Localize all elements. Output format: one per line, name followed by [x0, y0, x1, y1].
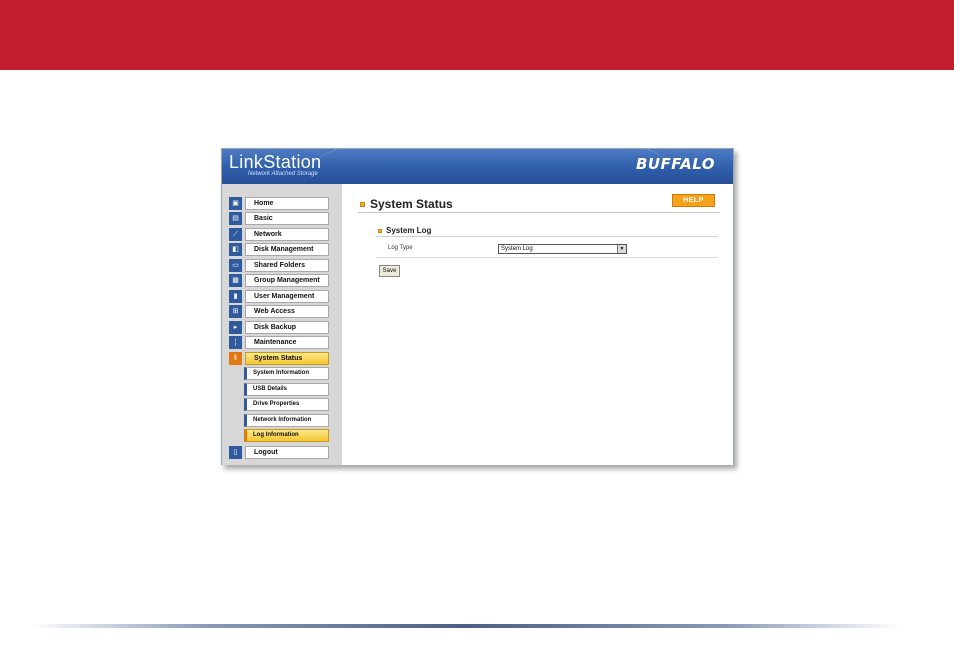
- log-type-value: System Log: [501, 246, 533, 252]
- sidebar-subitem-network-information[interactable]: Network Information: [244, 414, 329, 427]
- app-header: LinkStation Network Attached Storage BUF…: [222, 149, 733, 184]
- sidebar-item-label: Logout: [245, 446, 329, 459]
- sidebar-subitem-log-information[interactable]: Log Information: [244, 429, 329, 442]
- bullet-icon: [360, 202, 365, 208]
- network-icon: ⟋: [229, 228, 242, 241]
- sidebar-item-label: Disk Backup: [245, 321, 329, 334]
- sidebar-item-label: User Management: [245, 290, 329, 303]
- bullet-icon: [378, 228, 382, 233]
- sidebar-item-label: Shared Folders: [245, 259, 329, 272]
- group-icon: ▦: [229, 274, 242, 287]
- sidebar-item-label: Maintenance: [245, 336, 329, 349]
- header-swoosh: [312, 149, 672, 184]
- bottom-rule: [30, 624, 900, 628]
- vendor-logo: BUFFALO: [635, 155, 715, 173]
- sidebar-item-basic[interactable]: ▤ Basic: [229, 212, 329, 225]
- sidebar-subitem-usb-details[interactable]: USB Details: [244, 383, 329, 396]
- top-banner: [0, 0, 954, 70]
- sidebar-item-disk-management[interactable]: ◧ Disk Management: [229, 243, 329, 256]
- divider: [376, 257, 718, 258]
- web-icon: ⊞: [229, 305, 242, 318]
- folder-icon: ▭: [229, 259, 242, 272]
- sidebar-item-label: System Status: [245, 352, 329, 365]
- log-type-label: Log Type: [388, 245, 413, 251]
- disk-icon: ◧: [229, 243, 242, 256]
- status-icon: ‖: [229, 352, 242, 365]
- chevron-down-icon[interactable]: ▼: [617, 245, 626, 253]
- document-icon: ▤: [229, 212, 242, 225]
- sidebar-item-web-access[interactable]: ⊞ Web Access: [229, 305, 329, 318]
- sidebar-item-label: Disk Management: [245, 243, 329, 256]
- backup-icon: ▸: [229, 321, 242, 334]
- page-title: System Status: [360, 197, 453, 211]
- sidebar-item-label: Basic: [245, 212, 329, 225]
- sidebar: ▣ Home ▤ Basic ⟋ Network ◧ Disk Manageme…: [222, 184, 342, 465]
- sidebar-item-home[interactable]: ▣ Home: [229, 197, 329, 210]
- sidebar-item-network[interactable]: ⟋ Network: [229, 228, 329, 241]
- log-type-select[interactable]: System Log ▼: [498, 244, 627, 254]
- app-window: LinkStation Network Attached Storage BUF…: [221, 148, 734, 465]
- brand-title: LinkStation: [229, 152, 322, 172]
- page-title-text: System Status: [370, 197, 453, 211]
- logout-icon: ▯: [229, 446, 242, 459]
- brand-subtitle: Network Attached Storage: [248, 171, 318, 177]
- section-title: System Log: [378, 226, 431, 235]
- divider: [358, 212, 720, 213]
- sidebar-subitem-system-information[interactable]: System Information: [244, 367, 329, 380]
- sidebar-item-label: Home: [245, 197, 329, 210]
- sidebar-item-shared-folders[interactable]: ▭ Shared Folders: [229, 259, 329, 272]
- divider: [376, 236, 718, 237]
- main-content: System Status HELP System Log Log Type S…: [342, 184, 733, 465]
- user-icon: ▮: [229, 290, 242, 303]
- home-icon: ▣: [229, 197, 242, 210]
- help-button[interactable]: HELP: [672, 194, 715, 207]
- sidebar-item-label: Group Management: [245, 274, 329, 287]
- sidebar-item-disk-backup[interactable]: ▸ Disk Backup: [229, 321, 329, 334]
- sidebar-subitem-drive-properties[interactable]: Drive Properties: [244, 398, 329, 411]
- sidebar-item-label: Network: [245, 228, 329, 241]
- sidebar-item-logout[interactable]: ▯ Logout: [229, 446, 329, 459]
- sidebar-item-label: Web Access: [245, 305, 329, 318]
- tools-icon: ¦: [229, 336, 242, 349]
- section-title-text: System Log: [386, 226, 432, 235]
- sidebar-item-group-management[interactable]: ▦ Group Management: [229, 274, 329, 287]
- sidebar-item-user-management[interactable]: ▮ User Management: [229, 290, 329, 303]
- sidebar-item-system-status[interactable]: ‖ System Status: [229, 352, 329, 365]
- save-button[interactable]: Save: [379, 265, 400, 277]
- sidebar-item-maintenance[interactable]: ¦ Maintenance: [229, 336, 329, 349]
